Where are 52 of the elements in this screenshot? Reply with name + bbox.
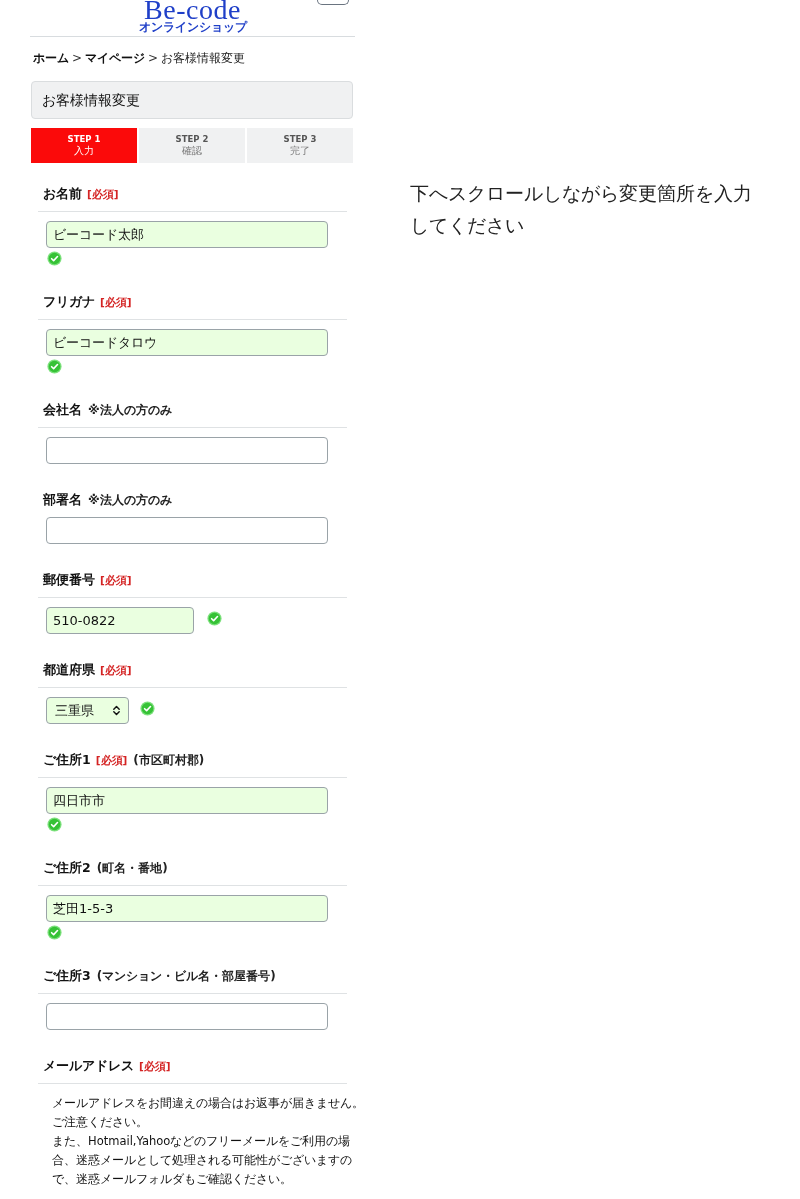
logo-subtitle: オンラインショップ <box>138 20 247 34</box>
breadcrumb-separator: > <box>148 51 159 66</box>
breadcrumb-separator: > <box>72 51 83 66</box>
breadcrumb-item[interactable]: ホーム <box>33 51 69 66</box>
check-icon <box>207 611 222 626</box>
input-field[interactable]: 四日市市 <box>46 787 328 814</box>
field-note: ※法人の方のみ <box>88 403 172 417</box>
input-field[interactable]: ビーコード太郎 <box>46 221 328 248</box>
required-tag: [必須] <box>100 573 132 587</box>
required-tag: [必須] <box>95 753 128 767</box>
logo-text[interactable]: Be-code <box>144 0 241 20</box>
notice-text: また、Hotmail,Yahooなどのフリーメールをご利用の場合、迷惑メールとして処理される可能性がございますので、迷惑メールフォルダもご確認ください。 <box>52 1133 353 1188</box>
field-note: (町名・番地) <box>96 861 168 875</box>
step-indicator: STEP 1 入力 <box>31 128 137 163</box>
required-tag: [必須] <box>100 295 132 309</box>
field-label: 部署名 <box>43 491 82 509</box>
breadcrumb-item[interactable]: マイページ <box>85 51 146 66</box>
field-note: (マンション・ビル名・部屋番号) <box>96 969 276 983</box>
check-icon <box>47 817 62 832</box>
instruction-text: 下へスクロールしながら変更箇所を入力してください <box>410 181 753 239</box>
input-field[interactable] <box>46 1003 328 1030</box>
input-field[interactable]: ビーコードタロウ <box>46 329 328 356</box>
step-indicator: STEP 2 確認 <box>139 128 245 163</box>
field-label: ご住所3 <box>43 967 91 985</box>
required-tag: [必須] <box>139 1059 171 1073</box>
input-field[interactable] <box>46 437 328 464</box>
check-icon <box>140 701 155 716</box>
input-field[interactable]: 芝田1-5-3 <box>46 895 328 922</box>
required-tag: [必須] <box>100 663 132 677</box>
notice-text: メールアドレスをお間違えの場合はお返事が届きません。 <box>52 1095 364 1112</box>
check-icon <box>47 251 62 266</box>
field-note: ※法人の方のみ <box>88 493 172 507</box>
field-label: お名前 <box>43 185 82 203</box>
breadcrumb-item: お客様情報変更 <box>161 51 246 66</box>
field-label: フリガナ <box>43 293 95 311</box>
field-label: メールアドレス <box>43 1057 134 1075</box>
notice-text: ご注意ください。 <box>52 1114 149 1131</box>
required-tag: [必須] <box>87 187 119 201</box>
field-label: 郵便番号 <box>43 571 95 589</box>
input-field[interactable]: 510-0822 <box>46 607 194 634</box>
field-label: 会社名 <box>43 401 82 419</box>
input-field[interactable] <box>46 517 328 544</box>
step-indicator: STEP 3 完了 <box>247 128 353 163</box>
page-title: お客様情報変更 <box>31 81 353 119</box>
field-label: ご住所2 <box>43 859 91 877</box>
field-label: ご住所1 <box>43 751 91 769</box>
select-field[interactable]: 三重県 <box>46 697 129 724</box>
field-label: 都道府県 <box>43 661 95 679</box>
check-icon <box>47 359 62 374</box>
up-down-chevron-icon <box>112 705 121 716</box>
check-icon <box>47 925 62 940</box>
field-note: (市区町村郡) <box>133 753 205 767</box>
